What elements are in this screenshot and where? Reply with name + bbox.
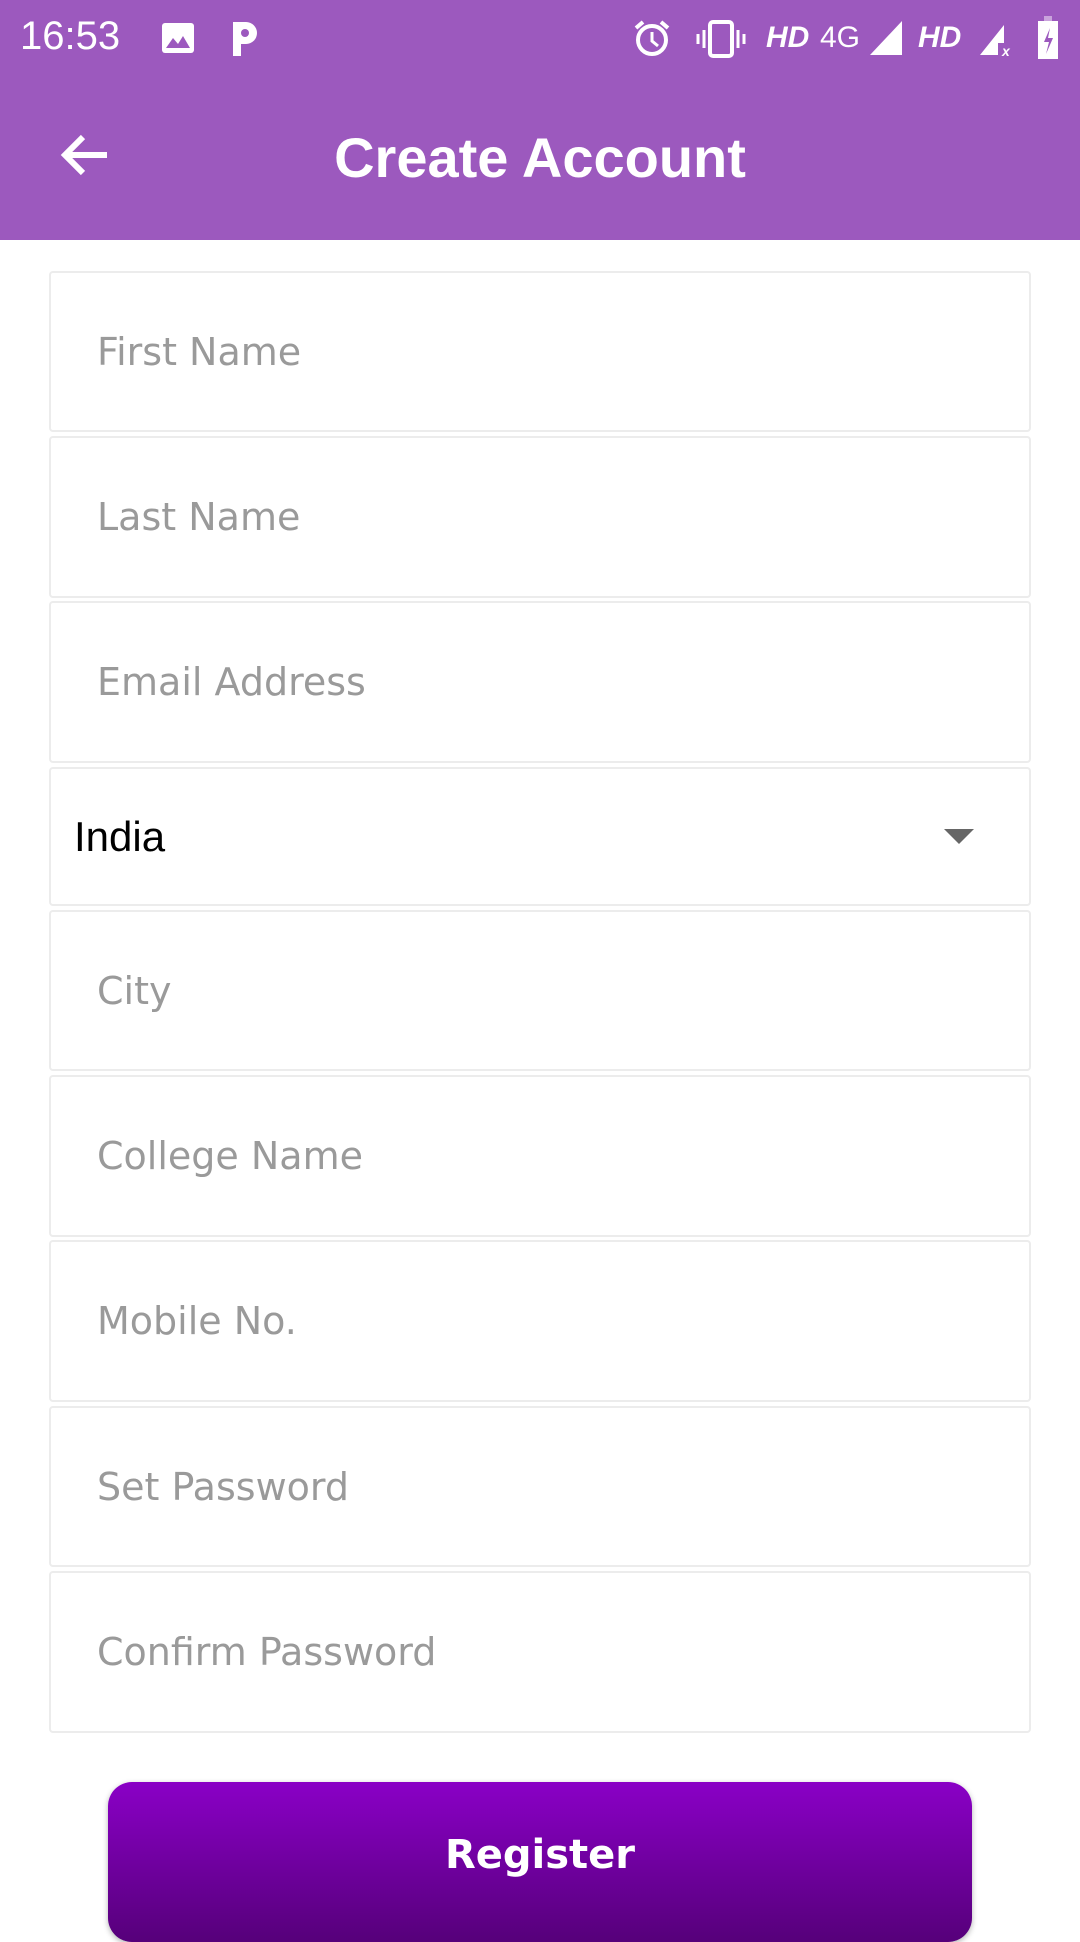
network-type: 4G [820,21,861,54]
set-password-input[interactable]: Set Password [49,1406,1031,1567]
last-name-input[interactable]: Last Name [49,436,1031,598]
register-button[interactable]: Register [108,1782,972,1942]
dropdown-caret-icon [944,828,974,844]
country-selected-value: India [74,812,166,860]
network-hd-1: HD [766,21,810,54]
image-icon [160,18,196,58]
svg-text:x: x [1001,43,1011,57]
alarm-icon [632,18,672,58]
signal-icon [868,18,904,58]
mobile-input[interactable]: Mobile No. [49,1240,1031,1402]
signal-no-sim-icon: x [978,18,1014,58]
city-input[interactable]: City [49,910,1031,1071]
email-input[interactable]: Email Address [49,601,1031,763]
country-select[interactable]: India [49,767,1031,906]
page-title: Create Account [334,126,746,189]
app-bar: 16:53 HD 4G HD x Create Account [0,0,1080,240]
status-time: 16:53 [20,14,121,58]
confirm-password-input[interactable]: Confirm Password [49,1571,1031,1733]
vibrate-icon [695,18,747,58]
p-app-icon [228,18,260,58]
network-hd-2: HD [918,21,962,54]
first-name-input[interactable]: First Name [49,271,1031,432]
battery-charging-icon [1036,16,1060,59]
college-name-input[interactable]: College Name [49,1075,1031,1237]
status-bar: 16:53 HD 4G HD x [0,0,1080,75]
